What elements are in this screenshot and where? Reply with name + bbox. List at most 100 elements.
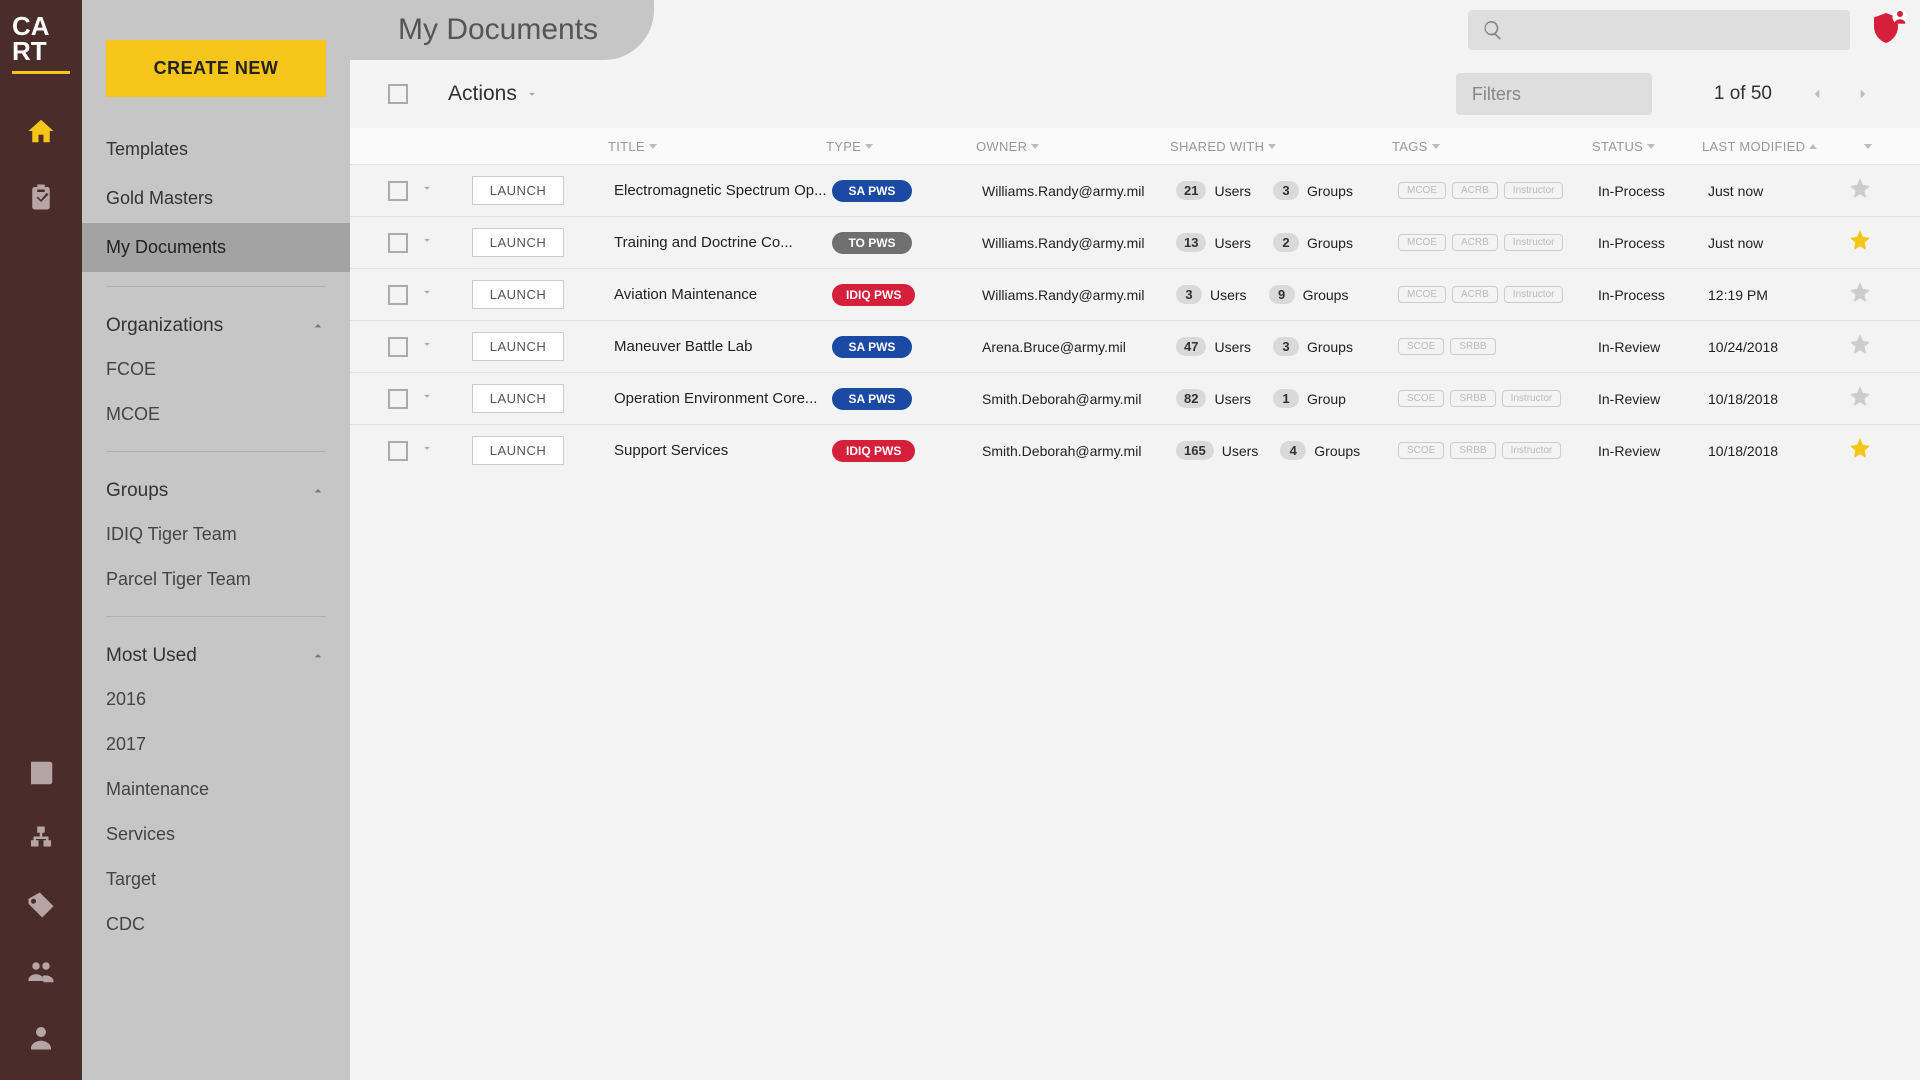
tag-pill[interactable]: Instructor (1502, 442, 1562, 459)
favorite-star-icon[interactable] (1848, 280, 1872, 309)
col-owner[interactable]: OWNER (976, 139, 1170, 154)
row-shared: 3Users 9Groups (1176, 285, 1398, 304)
launch-button[interactable]: LAUNCH (472, 228, 564, 257)
sidebar-subitem[interactable]: 2016 (82, 677, 350, 722)
logo: CA RT (12, 8, 70, 74)
row-tags: MCOE ACRB Instructor (1398, 182, 1598, 199)
favorite-star-icon[interactable] (1848, 332, 1872, 361)
row-checkbox[interactable] (388, 285, 408, 305)
row-menu-icon[interactable] (420, 181, 434, 200)
most-used-header[interactable]: Most Used (82, 631, 350, 677)
row-menu-icon[interactable] (420, 337, 434, 356)
favorite-star-icon[interactable] (1848, 176, 1872, 205)
sidebar-subitem[interactable]: Parcel Tiger Team (82, 557, 350, 602)
tag-pill[interactable]: MCOE (1398, 234, 1446, 251)
favorite-star-icon[interactable] (1848, 228, 1872, 257)
user-icon[interactable] (0, 1004, 82, 1070)
col-shared[interactable]: SHARED WITH (1170, 139, 1392, 154)
launch-button[interactable]: LAUNCH (472, 332, 564, 361)
organizations-header[interactable]: Organizations (82, 301, 350, 347)
row-shared: 165Users 4Groups (1176, 441, 1398, 460)
col-status[interactable]: STATUS (1592, 139, 1702, 154)
row-status: In-Process (1598, 235, 1708, 251)
row-title[interactable]: Maneuver Battle Lab (614, 338, 832, 355)
row-checkbox[interactable] (388, 337, 408, 357)
row-checkbox[interactable] (388, 389, 408, 409)
row-checkbox[interactable] (388, 441, 408, 461)
sidebar-subitem[interactable]: Maintenance (82, 767, 350, 812)
table-row: LAUNCH Aviation Maintenance IDIQ PWS Wil… (350, 268, 1920, 320)
row-tags: SCOE SRBB (1398, 338, 1598, 355)
hierarchy-icon[interactable] (0, 806, 82, 872)
launch-button[interactable]: LAUNCH (472, 436, 564, 465)
tag-pill[interactable]: SRBB (1450, 390, 1495, 407)
row-title[interactable]: Electromagnetic Spectrum Op... (614, 182, 832, 199)
row-status: In-Review (1598, 339, 1708, 355)
col-modified[interactable]: LAST MODIFIED (1702, 139, 1822, 154)
tag-pill[interactable]: Instructor (1504, 182, 1564, 199)
sidebar-subitem[interactable]: 2017 (82, 722, 350, 767)
tag-pill[interactable]: ACRB (1452, 182, 1498, 199)
tag-pill[interactable]: SRBB (1450, 442, 1495, 459)
tag-pill[interactable]: SCOE (1398, 390, 1444, 407)
tag-pill[interactable]: MCOE (1398, 286, 1446, 303)
row-status: In-Review (1598, 391, 1708, 407)
clipboard-icon[interactable] (0, 164, 82, 230)
nav-item[interactable]: Templates (82, 125, 350, 174)
launch-button[interactable]: LAUNCH (472, 176, 564, 205)
tag-pill[interactable]: SCOE (1398, 338, 1444, 355)
tag-pill[interactable]: Instructor (1504, 286, 1564, 303)
tag-pill[interactable]: ACRB (1452, 234, 1498, 251)
row-title[interactable]: Operation Environment Core... (614, 390, 832, 407)
actions-dropdown[interactable]: Actions (448, 82, 539, 106)
col-title[interactable]: TITLE (608, 139, 826, 154)
row-menu-icon[interactable] (420, 389, 434, 408)
tags-icon[interactable] (0, 872, 82, 938)
tag-pill[interactable]: Instructor (1502, 390, 1562, 407)
filters-input[interactable]: Filters (1456, 73, 1652, 115)
tag-pill[interactable]: Instructor (1504, 234, 1564, 251)
sidebar-subitem[interactable]: FCOE (82, 347, 350, 392)
row-title[interactable]: Training and Doctrine Co... (614, 234, 832, 251)
sidebar-subitem[interactable]: CDC (82, 902, 350, 947)
row-modified: 10/24/2018 (1708, 339, 1828, 355)
notifications-shield-icon[interactable] (1868, 10, 1904, 51)
row-menu-icon[interactable] (420, 285, 434, 304)
row-checkbox[interactable] (388, 181, 408, 201)
launch-button[interactable]: LAUNCH (472, 280, 564, 309)
type-pill: SA PWS (832, 388, 912, 410)
sidebar-subitem[interactable]: IDIQ Tiger Team (82, 512, 350, 557)
sidebar-subitem[interactable]: MCOE (82, 392, 350, 437)
groups-icon[interactable] (0, 938, 82, 1004)
favorite-star-icon[interactable] (1848, 384, 1872, 413)
row-title[interactable]: Support Services (614, 442, 832, 459)
col-tags[interactable]: TAGS (1392, 139, 1592, 154)
select-all-checkbox[interactable] (388, 84, 408, 104)
tag-pill[interactable]: ACRB (1452, 286, 1498, 303)
sidebar-subitem[interactable]: Services (82, 812, 350, 857)
favorite-star-icon[interactable] (1848, 436, 1872, 465)
row-menu-icon[interactable] (420, 441, 434, 460)
tag-pill[interactable]: SRBB (1450, 338, 1495, 355)
search-input[interactable] (1468, 10, 1850, 50)
search-icon (1482, 19, 1504, 41)
launch-button[interactable]: LAUNCH (472, 384, 564, 413)
nav-item[interactable]: Gold Masters (82, 174, 350, 223)
nav-item[interactable]: My Documents (82, 223, 350, 272)
organizations-title: Organizations (106, 315, 223, 337)
sidebar-subitem[interactable]: Target (82, 857, 350, 902)
tag-pill[interactable]: MCOE (1398, 182, 1446, 199)
prev-page-icon[interactable] (1808, 85, 1826, 103)
contacts-icon[interactable] (0, 740, 82, 806)
row-title[interactable]: Aviation Maintenance (614, 286, 832, 303)
row-owner: Smith.Deborah@army.mil (982, 391, 1176, 407)
next-page-icon[interactable] (1854, 85, 1872, 103)
home-icon[interactable] (0, 98, 82, 164)
groups-header[interactable]: Groups (82, 466, 350, 512)
row-checkbox[interactable] (388, 233, 408, 253)
row-menu-icon[interactable] (420, 233, 434, 252)
main-content: My Documents Actions Filters 1 of 50 (350, 0, 1920, 1080)
tag-pill[interactable]: SCOE (1398, 442, 1444, 459)
create-new-button[interactable]: CREATE NEW (106, 40, 326, 97)
col-type[interactable]: TYPE (826, 139, 976, 154)
